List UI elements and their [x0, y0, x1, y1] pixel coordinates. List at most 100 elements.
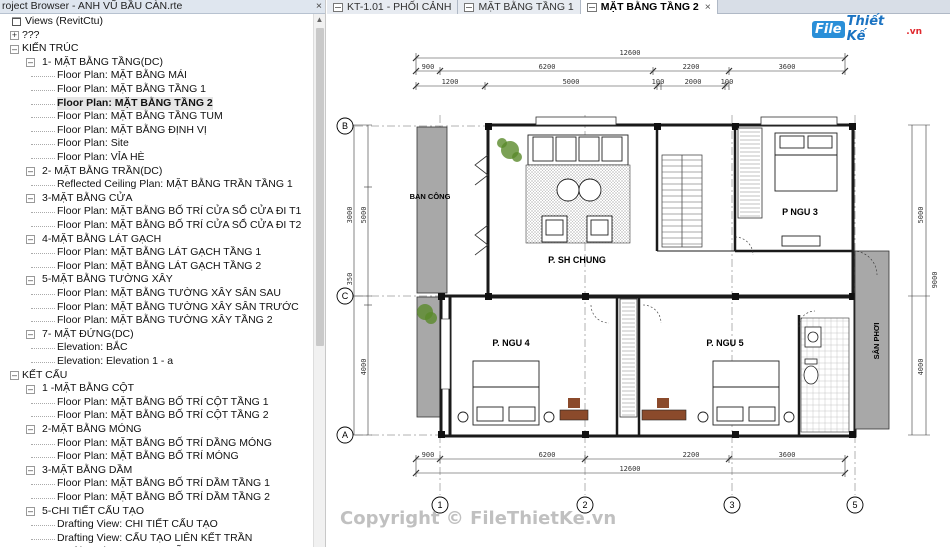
- expand-toggle-icon[interactable]: –: [26, 58, 35, 68]
- grid-bubble-c[interactable]: C: [336, 287, 354, 305]
- tree-item[interactable]: 1 -MẶT BẰNG CỘT: [42, 382, 134, 396]
- expand-toggle-icon[interactable]: +: [10, 30, 19, 40]
- tree-item[interactable]: 2-MẶT BẰNG MÓNG: [42, 423, 142, 437]
- tree-item[interactable]: Floor Plan: MẶT BẰNG BỐ TRÍ DẦM TẦNG 1: [57, 477, 270, 491]
- expand-toggle-icon[interactable]: –: [26, 466, 35, 476]
- dim-bottom-c: 2200: [683, 451, 700, 459]
- browser-scrollbar[interactable]: ▲: [313, 14, 325, 547]
- tree-item[interactable]: Elevation: BẮC: [57, 341, 128, 355]
- dim-right-b: 9000: [931, 272, 939, 289]
- tree-item[interactable]: 2- MẶT BẰNG TRẦN(DC): [42, 165, 162, 179]
- tree-connector: [31, 76, 55, 78]
- tree-connector: [31, 348, 55, 350]
- tree-connector: [31, 158, 55, 159]
- tree-item[interactable]: Views (RevitCtu): [25, 15, 103, 29]
- tree-item[interactable]: Floor Plan: MẶT BẰNG BỐ TRÍ CỘT TẦNG 2: [57, 409, 269, 423]
- tree-item[interactable]: Elevation: Elevation 1 - a: [57, 355, 173, 369]
- tree-item[interactable]: 7- MẶT ĐỨNG(DC): [42, 328, 134, 342]
- tree-item[interactable]: Floor Plan: MẶT BẰNG BỐ TRÍ DẦM TẦNG 2: [57, 491, 270, 505]
- tree-connector: [31, 266, 55, 268]
- expand-toggle-icon[interactable]: –: [10, 44, 19, 54]
- room-label-san-phoi: SÂN PHƠI: [872, 323, 881, 360]
- bed-4: [457, 360, 555, 426]
- expand-toggle-icon[interactable]: –: [10, 370, 19, 380]
- expand-toggle-icon[interactable]: –: [26, 384, 35, 394]
- dim-top-e: 1200: [442, 78, 459, 86]
- tree-item[interactable]: Floor Plan: MẶT BẰNG BỐ TRÍ MÓNG: [57, 450, 239, 464]
- tree-connector: [31, 212, 55, 214]
- dim-top-h: 2000: [685, 78, 702, 86]
- wardrobe-3: [737, 127, 763, 219]
- floor-plan-drawing[interactable]: 12600 900 6200 2200 3600 1200 5000 100 2…: [327, 15, 950, 547]
- close-icon[interactable]: ×: [313, 0, 325, 13]
- tree-item[interactable]: Floor Plan: MẶT BẰNG BỐ TRÍ CỬA SỔ CỬA Đ…: [57, 205, 301, 219]
- dimension-top: [412, 53, 849, 90]
- close-icon[interactable]: ×: [705, 1, 711, 14]
- tree-item[interactable]: Floor Plan: MẶT BẰNG MÁI: [57, 69, 187, 83]
- site-logo: File Thiết Kế .vn: [812, 14, 922, 44]
- expand-toggle-icon[interactable]: –: [26, 275, 35, 285]
- tab-2[interactable]: MẶT BẰNG TẦNG 1: [458, 0, 581, 14]
- grid-bubble-b[interactable]: B: [336, 117, 354, 135]
- tree-item[interactable]: KIẾN TRÚC: [22, 42, 78, 56]
- tree-connector: [31, 443, 55, 445]
- tree-item[interactable]: Floor Plan: MẶT BẰNG ĐỊNH VỊ: [57, 124, 207, 138]
- svg-text:C: C: [342, 291, 349, 301]
- tree-item[interactable]: 3-MẶT BẰNG DẦM: [42, 464, 132, 478]
- expand-toggle-icon[interactable]: –: [26, 506, 35, 516]
- tree-connector: [31, 90, 55, 91]
- tree-connector: [31, 362, 55, 363]
- tab-label: KT-1.01 - PHỐI CẢNH: [347, 0, 452, 13]
- scrollbar-thumb[interactable]: [316, 28, 324, 346]
- folding-door-lower: [474, 224, 489, 256]
- grid-bubble-3[interactable]: 3: [723, 496, 741, 514]
- tree-item[interactable]: 5-MẶT BẰNG TƯỜNG XÂY: [42, 273, 173, 287]
- room-label-ngu-4: P. NGU 4: [492, 338, 529, 348]
- tree-item[interactable]: Floor Plan: MẶT BẰNG LÁT GẠCH TẦNG 2: [57, 260, 261, 274]
- tree-item[interactable]: Floor Plan: MẶT BẰNG BỐ TRÍ CỬA SỔ CỬA Đ…: [57, 219, 301, 233]
- expand-toggle-icon[interactable]: –: [26, 234, 35, 244]
- tree-item[interactable]: Floor Plan: MẶT BẰNG BỐ TRÍ DẦNG MÓNG: [57, 437, 272, 451]
- expand-toggle-icon[interactable]: –: [26, 330, 35, 340]
- expand-toggle-icon[interactable]: –: [26, 166, 35, 176]
- tree-item[interactable]: Floor Plan: MẶT BẰNG TẦNG 2: [57, 96, 213, 111]
- tree-item[interactable]: KẾT CẤU: [22, 369, 67, 383]
- tree-item[interactable]: Drafting View: CHI TIẾT CẤU TẠO: [57, 518, 218, 532]
- project-browser-title: roject Browser - ANH VŨ BẦU CÀN.rte: [2, 0, 183, 12]
- tree-item[interactable]: ???: [22, 29, 40, 43]
- tree-item[interactable]: 1- MẶT BẰNG TẦNG(DC): [42, 56, 163, 70]
- grid-bubble-a[interactable]: A: [336, 426, 354, 444]
- tree-item[interactable]: Floor Plan: MẶT BẰNG BỐ TRÍ CỘT TẦNG 1: [57, 396, 269, 410]
- tree-item[interactable]: 5-CHI TIẾT CẤU TẠO: [42, 505, 144, 519]
- chair-4: [568, 398, 580, 408]
- tree-item[interactable]: Floor Plan: MẶT BẰNG TẦNG 1: [57, 83, 206, 97]
- tree-item[interactable]: Floor Plan: MẶT BẰNG TẦNG TUM: [57, 110, 223, 124]
- project-tree: –Views (RevitCtu)+???–KIẾN TRÚC–1- MẶT B…: [0, 14, 314, 547]
- room-label-ban-cong: BAN CÔNG: [410, 192, 451, 201]
- tree-item[interactable]: Floor Plan: MẶT BẰNG TƯỜNG XÂY SÂN SAU: [57, 287, 281, 301]
- dim-left-a: 3000: [346, 207, 354, 224]
- tree-item[interactable]: Floor Plan: MẶT BẰNG TƯỜNG XÂY SÂN TRƯỚC: [57, 301, 299, 315]
- tree-item[interactable]: Floor Plan: Site: [57, 137, 129, 151]
- tree-item[interactable]: 4-MẶT BẰNG LÁT GẠCH: [42, 233, 161, 247]
- door-swing-5: [642, 304, 662, 324]
- tab-1[interactable]: KT-1.01 - PHỐI CẢNH: [327, 0, 459, 14]
- tree-item[interactable]: 3-MẶT BẰNG CỬA: [42, 192, 132, 206]
- tree-item[interactable]: Reflected Ceiling Plan: MẶT BẰNG TRẦN TẦ…: [57, 178, 293, 192]
- tree-item[interactable]: Floor Plan: MẶT BẰNG LÁT GẠCH TẦNG 1: [57, 246, 261, 260]
- sofa: [527, 134, 629, 166]
- drawing-canvas[interactable]: 12600 900 6200 2200 3600 1200 5000 100 2…: [327, 15, 950, 547]
- tree-connector: [31, 185, 55, 187]
- tab-3[interactable]: MẶT BẰNG TẦNG 2 ×: [580, 0, 718, 14]
- dim-top-d: 3600: [779, 63, 796, 71]
- tree-item[interactable]: Floor Plan: VỈA HÈ: [57, 151, 145, 165]
- tree-item[interactable]: Floor Plan: MẶT BẰNG TƯỜNG XÂY TẦNG 2: [57, 314, 273, 328]
- expand-toggle-icon[interactable]: –: [26, 194, 35, 204]
- wardrobe-center: [619, 298, 638, 418]
- scroll-up-icon[interactable]: ▲: [314, 14, 325, 26]
- logo-tld: .vn: [906, 27, 922, 37]
- grid-bubble-5[interactable]: 5: [846, 496, 864, 514]
- expand-toggle-icon[interactable]: –: [26, 425, 35, 435]
- tree-item[interactable]: Drafting View: CẤU TẠO LIÊN KẾT TRẦN: [57, 532, 252, 546]
- svg-text:B: B: [342, 121, 348, 131]
